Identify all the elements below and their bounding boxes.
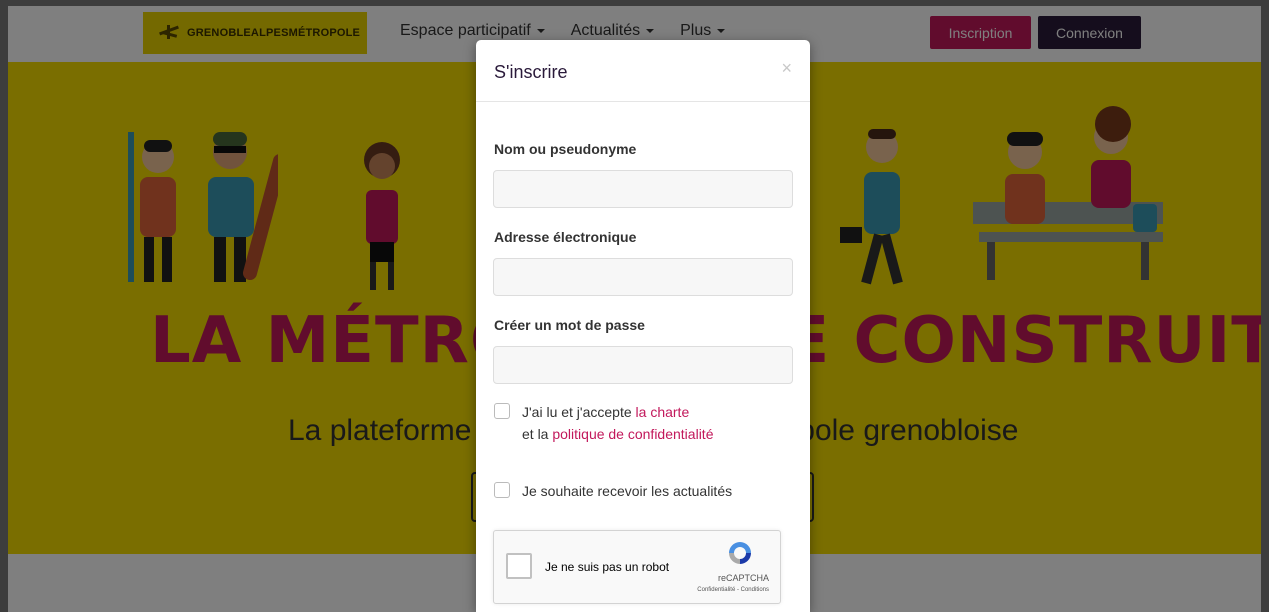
recaptcha-widget: Je ne suis pas un robot reCAPTCHA Confid… (493, 530, 781, 604)
modal-title: S'inscrire (494, 62, 568, 82)
name-input[interactable] (493, 170, 793, 208)
recaptcha-label: Je ne suis pas un robot (545, 560, 670, 574)
close-icon[interactable]: × (781, 58, 792, 79)
newsletter-label: Je souhaite recevoir les actualités (522, 483, 733, 499)
charter-text-and: et la (522, 426, 553, 442)
recaptcha-checkbox[interactable] (506, 553, 532, 579)
name-label: Nom ou pseudonyme (494, 141, 637, 157)
charter-link[interactable]: la charte (636, 404, 690, 420)
newsletter-checkbox[interactable] (494, 482, 510, 498)
charter-text: J'ai lu et j'accepte la charte et la pol… (522, 401, 713, 445)
password-input[interactable] (493, 346, 793, 384)
charter-checkbox[interactable] (494, 403, 510, 419)
password-label: Créer un mot de passe (494, 317, 645, 333)
charter-text-before: J'ai lu et j'accepte (522, 404, 636, 420)
email-label: Adresse électronique (494, 229, 637, 245)
recaptcha-terms-link[interactable]: Confidentialité - Conditions (697, 587, 769, 593)
newsletter-row: Je souhaite recevoir les actualités (494, 480, 732, 502)
recaptcha-logo-icon (729, 542, 751, 564)
charter-consent-row: J'ai lu et j'accepte la charte et la pol… (494, 401, 713, 445)
recaptcha-brand: reCAPTCHA (717, 573, 769, 583)
email-input[interactable] (493, 258, 793, 296)
signup-modal: S'inscrire × Nom ou pseudonyme Adresse é… (476, 40, 810, 612)
modal-header: S'inscrire × (476, 40, 810, 102)
privacy-policy-link[interactable]: politique de confidentialité (552, 426, 713, 442)
